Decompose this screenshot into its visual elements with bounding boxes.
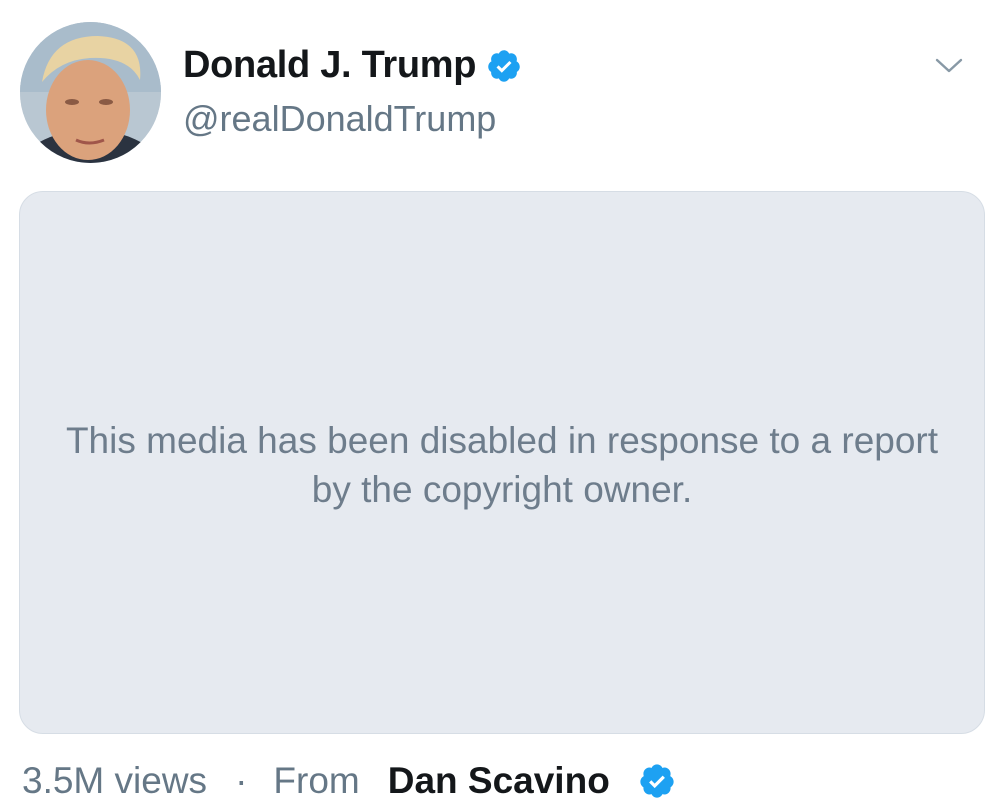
chevron-down-icon[interactable] (935, 56, 963, 76)
separator-dot: · (235, 760, 248, 801)
media-disabled-message: This media has been disabled in response… (65, 419, 939, 510)
author-name[interactable]: Donald J. Trump (183, 44, 522, 87)
verified-badge-icon (486, 48, 522, 84)
avatar-image (20, 22, 161, 163)
author-display-name: Donald J. Trump (183, 44, 477, 86)
view-count: 3.5M views (22, 760, 208, 801)
source-account-name[interactable]: Dan Scavino (388, 760, 610, 802)
tweet-footer: 3.5M views · From Dan Scavino (22, 760, 676, 802)
author-handle[interactable]: @realDonaldTrump (183, 98, 496, 140)
source-verified-badge-icon (638, 762, 676, 800)
from-label: From (273, 760, 360, 801)
disabled-media-placeholder: This media has been disabled in response… (19, 191, 985, 734)
author-avatar[interactable] (20, 22, 161, 163)
